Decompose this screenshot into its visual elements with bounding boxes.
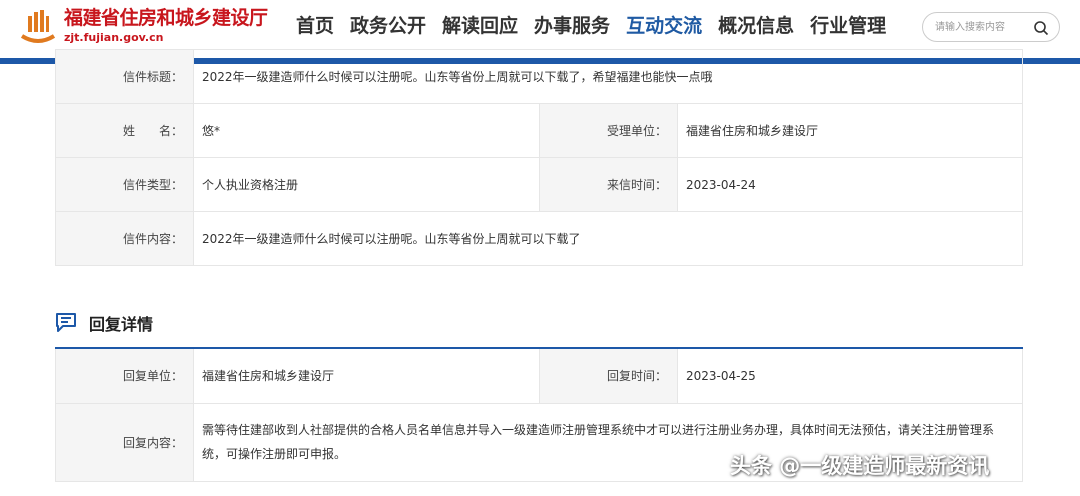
table-row: 信件内容： 2022年一级建造师什么时候可以注册呢。山东等省份上周就可以下载了: [55, 211, 1023, 266]
site-logo[interactable]: 福建省住房和城乡建设厅 zjt.fujian.gov.cn: [18, 6, 268, 46]
letter-title-value: 2022年一级建造师什么时候可以注册呢。山东等省份上周就可以下载了，希望福建也能…: [193, 49, 1023, 104]
nav-item-industry[interactable]: 行业管理: [810, 12, 886, 40]
logo-domain: zjt.fujian.gov.cn: [64, 31, 164, 44]
reply-date-value: 2023-04-25: [677, 347, 1023, 404]
table-row: 回复单位： 福建省住房和城乡建设厅 回复时间： 2023-04-25: [55, 347, 1023, 404]
letter-type-label: 信件类型：: [55, 157, 194, 212]
search-input[interactable]: [935, 19, 1031, 35]
nav-item-services[interactable]: 办事服务: [534, 12, 610, 40]
nav-item-interpretation[interactable]: 解读回应: [442, 12, 518, 40]
reply-content-label: 回复内容：: [55, 402, 194, 482]
table-row: 信件标题： 2022年一级建造师什么时候可以注册呢。山东等省份上周就可以下载了，…: [55, 49, 1023, 104]
reply-section-title: 回复详情: [89, 315, 154, 334]
search-box: [922, 12, 1060, 42]
sender-name-value: 悠*: [193, 103, 540, 158]
sender-name-label: 姓 名：: [55, 103, 194, 158]
logo-emblem-icon: [20, 10, 56, 43]
letter-date-value: 2023-04-24: [677, 157, 1023, 212]
handling-dept-label: 受理单位：: [539, 103, 678, 158]
logo-title: 福建省住房和城乡建设厅: [64, 7, 268, 29]
reply-unit-value: 福建省住房和城乡建设厅: [193, 347, 540, 404]
letter-type-value: 个人执业资格注册: [193, 157, 540, 212]
reply-date-label: 回复时间：: [539, 347, 678, 404]
letter-info-table: 信件标题： 2022年一级建造师什么时候可以注册呢。山东等省份上周就可以下载了，…: [55, 49, 1023, 266]
letter-title-label: 信件标题：: [55, 49, 194, 104]
table-row: 姓 名： 悠* 受理单位： 福建省住房和城乡建设厅: [55, 103, 1023, 158]
reply-section-header: 回复详情: [55, 311, 153, 335]
nav-item-interaction[interactable]: 互动交流: [626, 12, 702, 40]
chat-bubble-icon: [56, 313, 76, 332]
nav-item-home[interactable]: 首页: [296, 12, 334, 40]
reply-unit-label: 回复单位：: [55, 347, 194, 404]
letter-content-label: 信件内容：: [55, 211, 194, 266]
letter-content-value: 2022年一级建造师什么时候可以注册呢。山东等省份上周就可以下载了: [193, 211, 1023, 266]
watermark-text: 头条 @一级建造师最新资讯: [730, 454, 990, 478]
main-nav: 首页 政务公开 解读回应 办事服务 互动交流 概况信息 行业管理: [296, 12, 902, 40]
search-icon[interactable]: [1033, 20, 1049, 36]
nav-item-government-affairs[interactable]: 政务公开: [350, 12, 426, 40]
letter-date-label: 来信时间：: [539, 157, 678, 212]
nav-item-overview[interactable]: 概况信息: [718, 12, 794, 40]
table-row: 信件类型： 个人执业资格注册 来信时间： 2023-04-24: [55, 157, 1023, 212]
handling-dept-value: 福建省住房和城乡建设厅: [677, 103, 1023, 158]
